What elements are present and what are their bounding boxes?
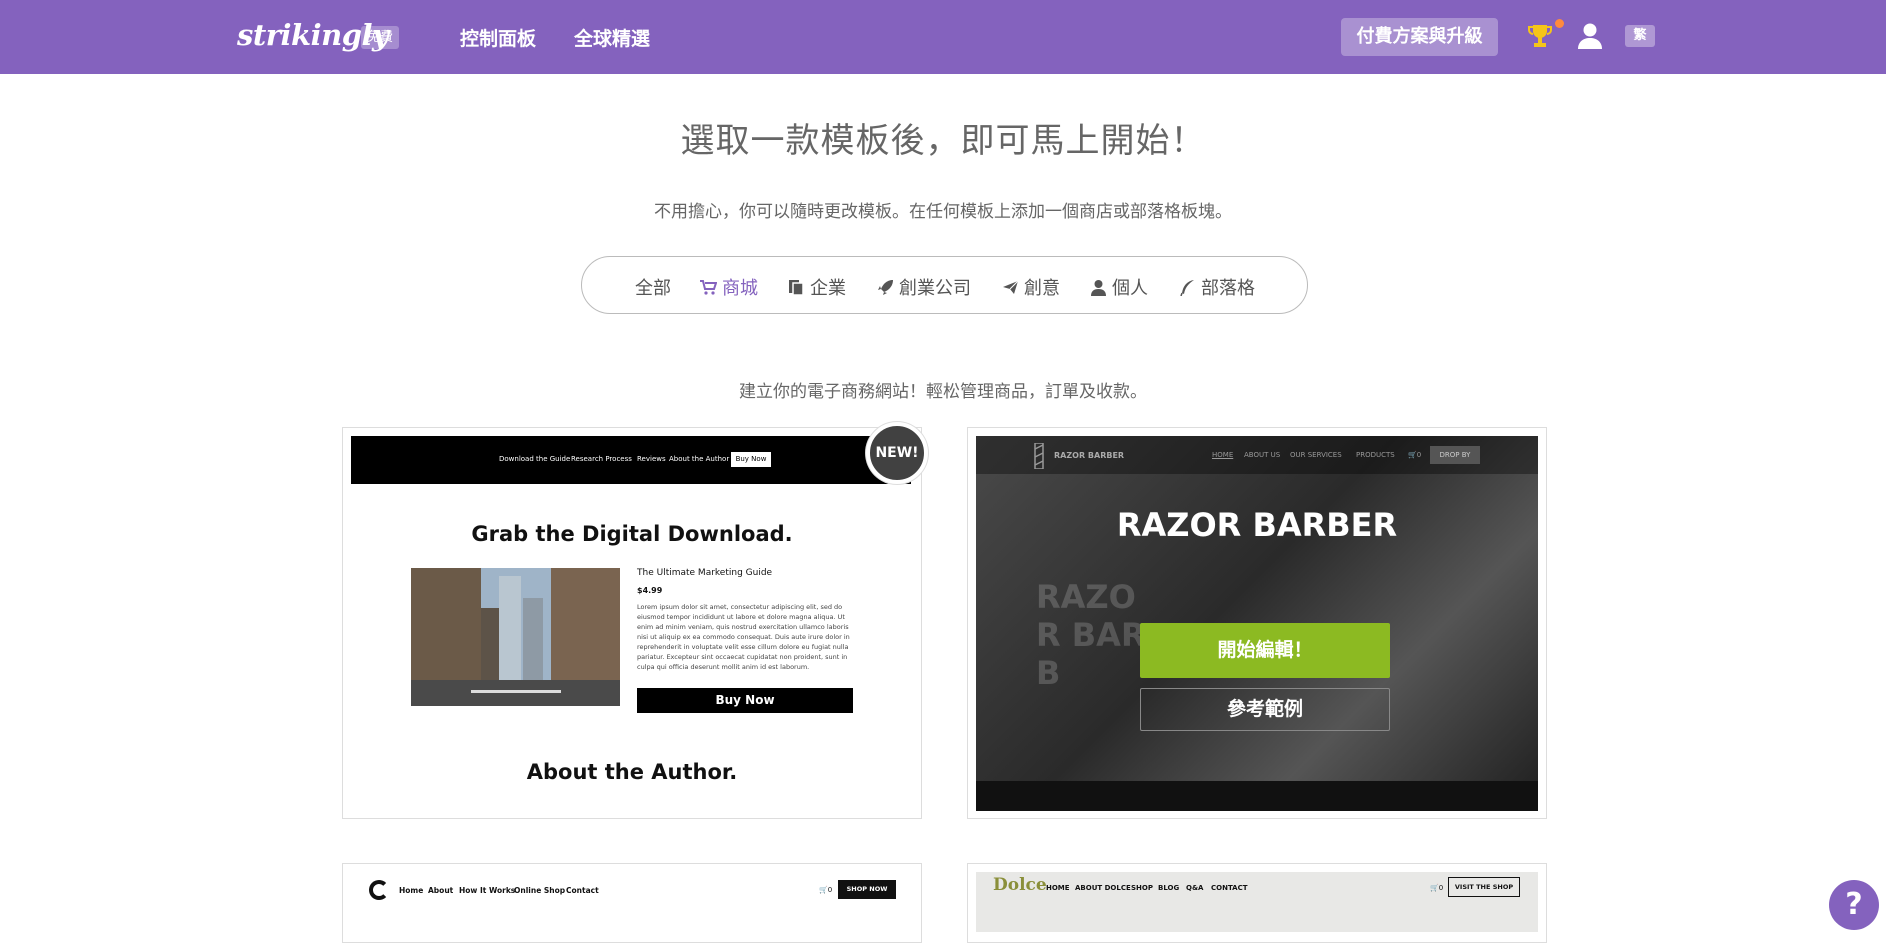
- category-label: 創業公司: [899, 278, 971, 299]
- preview-body-text: Lorem ipsum dolor sit amet, consectetur …: [637, 603, 850, 671]
- preview-nav-link: BLOG: [1158, 884, 1180, 892]
- preview-nav-button: Buy Now: [731, 452, 771, 467]
- user-icon[interactable]: [1577, 22, 1603, 50]
- preview-logo: Dolce: [993, 875, 1047, 895]
- page-title: 選取一款模板後，即可馬上開始！: [680, 121, 1206, 161]
- template-card-razor-barber[interactable]: RAZOR BARBER HOME ABOUT US OUR SERVICES …: [967, 427, 1547, 819]
- preview-nav-link: HOME: [1046, 884, 1070, 892]
- category-store[interactable]: 商城: [700, 274, 758, 300]
- category-personal[interactable]: 個人: [1090, 274, 1148, 300]
- preview-nav-link: CONTACT: [1211, 884, 1248, 892]
- category-label: 商城: [722, 278, 758, 299]
- notification-dot: [1555, 19, 1564, 28]
- preview-cart: 🛒0: [1408, 451, 1422, 459]
- category-label: 部落格: [1201, 278, 1255, 299]
- category-label: 個人: [1112, 278, 1148, 299]
- category-startup[interactable]: 創業公司: [877, 274, 971, 300]
- template-preview-navbar: Download the Guide Research Process Revi…: [351, 436, 911, 484]
- city-street-photo: [411, 568, 620, 706]
- preview-cart-count: 0: [1416, 451, 1422, 459]
- preview-logo-text: RAZOR BARBER: [1054, 451, 1125, 460]
- language-switch[interactable]: 繁: [1625, 25, 1655, 47]
- template-preview: Dolce HOME ABOUT DOLCE SHOP BLOG Q&A CON…: [976, 872, 1538, 932]
- preview-nav-button: DROP BY: [1430, 446, 1480, 464]
- template-card-online-shop[interactable]: Home About How It Works Online Shop Cont…: [342, 863, 922, 943]
- trophy-icon[interactable]: [1526, 22, 1554, 50]
- preview-nav-link: ABOUT US: [1244, 451, 1281, 459]
- preview-nav-button: SHOP NOW: [838, 880, 896, 899]
- category-label: 企業: [810, 278, 846, 299]
- new-badge: NEW!: [866, 422, 928, 484]
- template-card-digital-download[interactable]: Download the Guide Research Process Revi…: [342, 427, 922, 819]
- preview-cart: 🛒0: [1430, 884, 1444, 892]
- preview-cart-count: 0: [1438, 884, 1444, 892]
- preview-nav-button: VISIT THE SHOP: [1448, 877, 1520, 897]
- help-button[interactable]: ?: [1829, 880, 1879, 930]
- preview-footer-band: [976, 781, 1538, 811]
- preview-nav-link: Contact: [566, 886, 599, 895]
- preview-cart-count: 0: [827, 886, 833, 894]
- preview-section-title: About the Author.: [526, 760, 738, 784]
- upgrade-button[interactable]: 付費方案與升級: [1341, 18, 1498, 56]
- preview-nav-link: PRODUCTS: [1356, 451, 1395, 459]
- preview-nav-link: About the Author: [669, 455, 730, 463]
- category-business[interactable]: 企業: [788, 274, 846, 300]
- preview-nav-link: About: [428, 886, 454, 895]
- barber-pole-icon: [1034, 443, 1044, 469]
- preview-background-text: RAZOR BARB: [1036, 578, 1146, 692]
- category-all[interactable]: 全部: [635, 274, 671, 300]
- preview-logo-ring: [369, 880, 389, 900]
- category-filter: 全部 商城 企業 創業公司 創意 個人 部落格: [581, 256, 1308, 314]
- preview-nav-link: SHOP: [1131, 884, 1153, 892]
- preview-nav-link: OUR SERVICES: [1290, 451, 1342, 459]
- preview-nav-link: ABOUT DOLCE: [1075, 884, 1131, 892]
- paper-plane-icon: [1003, 280, 1019, 294]
- category-description: 建立你的電子商務網站！輕松管理商品，訂單及收款。: [739, 382, 1147, 402]
- preview-nav-link: Online Shop: [514, 886, 566, 895]
- preview-buy-button: Buy Now: [637, 688, 853, 713]
- person-icon: [1091, 279, 1106, 296]
- top-nav: strikingly 免費 控制面板 全球精選 付費方案與升級 繁: [0, 0, 1886, 74]
- plan-badge: 免費: [361, 26, 400, 49]
- cart-icon: [700, 279, 717, 295]
- preview-nav-link: How It Works: [459, 886, 516, 895]
- documents-icon: [789, 279, 804, 296]
- nav-dashboard[interactable]: 控制面板: [460, 24, 536, 51]
- category-label: 創意: [1024, 278, 1060, 299]
- rocket-icon: [878, 279, 893, 295]
- preview-example-button[interactable]: 參考範例: [1140, 688, 1390, 731]
- preview-product-name: The Ultimate Marketing Guide: [637, 568, 773, 578]
- template-card-dolce[interactable]: Dolce HOME ABOUT DOLCE SHOP BLOG Q&A CON…: [967, 863, 1547, 943]
- start-editing-button[interactable]: 開始編輯！: [1140, 623, 1390, 678]
- nav-discover[interactable]: 全球精選: [574, 24, 650, 51]
- quill-icon: [1180, 279, 1194, 296]
- preview-nav-link: Home: [399, 886, 424, 895]
- preview-nav-link: Download the Guide: [499, 455, 571, 463]
- preview-cart: 🛒0: [819, 886, 833, 894]
- preview-nav-link: Research Process: [571, 455, 632, 463]
- template-preview-navbar: RAZOR BARBER HOME ABOUT US OUR SERVICES …: [976, 436, 1538, 474]
- page-subtitle: 不用擔心，你可以隨時更改模板。在任何模板上添加一個商店或部落格板塊。: [654, 202, 1232, 222]
- category-label: 全部: [635, 278, 671, 299]
- category-creative[interactable]: 創意: [1002, 274, 1060, 300]
- preview-title: Grab the Digital Download.: [471, 522, 793, 546]
- template-preview: RAZOR BARBER HOME ABOUT US OUR SERVICES …: [976, 436, 1538, 811]
- preview-price: $4.99: [637, 586, 663, 595]
- preview-title: RAZOR BARBER: [1116, 506, 1398, 544]
- preview-nav-link: Q&A: [1186, 884, 1204, 892]
- preview-nav-link: HOME: [1212, 451, 1234, 459]
- category-blog[interactable]: 部落格: [1179, 274, 1255, 300]
- preview-nav-link: Reviews: [637, 455, 666, 463]
